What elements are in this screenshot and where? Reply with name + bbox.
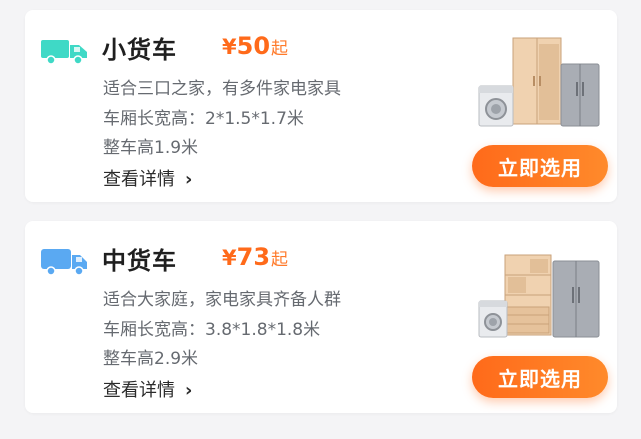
- appliances-illustration: [478, 37, 600, 127]
- view-details-label: 查看详情: [103, 169, 175, 190]
- vehicle-card-small[interactable]: 小货车 ¥50起 适合三口之家，有多件家电家具 车厢长宽高：2*1.5*1.7米…: [25, 10, 617, 202]
- select-now-button[interactable]: 立即选用: [472, 145, 608, 187]
- view-details-label: 查看详情: [103, 380, 175, 401]
- vehicle-cargo-dimensions: 车厢长宽高：2*1.5*1.7米: [103, 109, 304, 129]
- select-now-button[interactable]: 立即选用: [472, 356, 608, 398]
- price-value: 73: [236, 243, 271, 271]
- appliances-illustration: [478, 254, 600, 338]
- small-truck-icon: [41, 40, 87, 65]
- vehicle-description: 适合三口之家，有多件家电家具: [103, 79, 341, 99]
- vehicle-description: 适合大家庭，家电家具齐备人群: [103, 290, 341, 310]
- vehicle-height: 整车高2.9米: [103, 349, 199, 369]
- price-currency: ¥: [222, 35, 237, 59]
- vehicle-height: 整车高1.9米: [103, 138, 199, 158]
- price-suffix: 起: [271, 250, 289, 270]
- price-value: 50: [236, 32, 271, 60]
- vehicle-name: 中货车: [102, 247, 177, 275]
- vehicle-cargo-dimensions: 车厢长宽高：3.8*1.8*1.8米: [103, 320, 321, 340]
- vehicle-price: ¥50起: [222, 32, 288, 60]
- vehicle-price: ¥73起: [222, 243, 288, 271]
- vehicle-card-medium[interactable]: 中货车 ¥73起 适合大家庭，家电家具齐备人群 车厢长宽高：3.8*1.8*1.…: [25, 221, 617, 413]
- vehicle-name: 小货车: [102, 36, 177, 64]
- price-suffix: 起: [271, 39, 289, 59]
- price-currency: ¥: [222, 246, 237, 270]
- chevron-right-icon: ›: [185, 380, 193, 401]
- medium-truck-icon: [41, 249, 87, 276]
- chevron-right-icon: ›: [185, 169, 193, 190]
- view-details-link[interactable]: 查看详情 ›: [103, 165, 192, 191]
- view-details-link[interactable]: 查看详情 ›: [103, 376, 192, 402]
